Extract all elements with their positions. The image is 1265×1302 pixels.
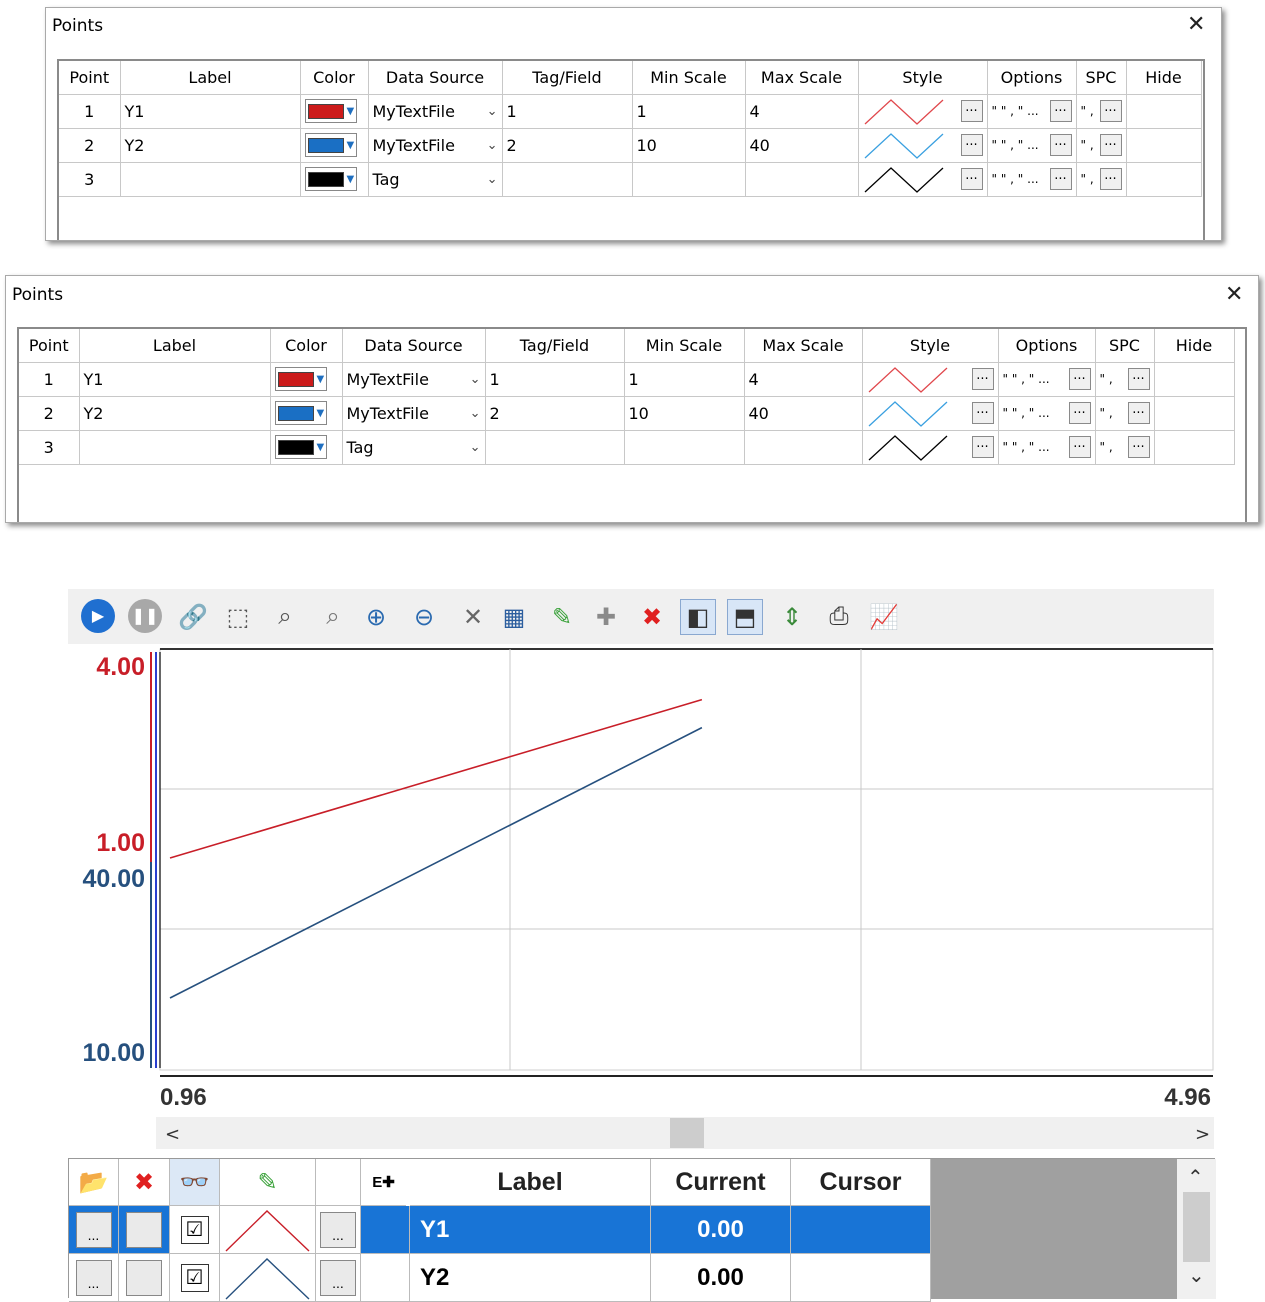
scrollbar-thumb[interactable] [670,1118,704,1148]
legend-row-cell [361,1206,410,1254]
scroll-up-icon[interactable]: ⌃ [1187,1165,1204,1190]
legend-cursor-cell [791,1254,931,1302]
legend-label-cell[interactable]: Y2 [410,1254,651,1302]
legend-header-cell [316,1159,361,1206]
legend-row-cell[interactable]: ... [69,1206,119,1254]
pen-icon[interactable]: ✎ [257,1168,277,1197]
pen-delete-button[interactable] [126,1211,162,1248]
legend-row-cell [361,1254,410,1302]
x-tick-label: 0.96 [160,1084,207,1111]
column-header-label: Label [497,1167,563,1196]
legend-column-header[interactable]: Cursor [791,1159,931,1206]
legend-header-cell[interactable]: E✚ [361,1159,406,1206]
legend-column-header[interactable]: Label [410,1159,651,1206]
legend-row-cell[interactable]: ... [316,1254,361,1302]
scroll-down-icon[interactable]: ⌄ [1188,1263,1205,1288]
legend-empty-area [931,1159,1177,1299]
legend-row-cell[interactable] [119,1254,170,1302]
x-tick-label: 4.96 [1164,1084,1211,1111]
legend-header-cell[interactable]: 📂 [69,1159,119,1206]
legend-column-header[interactable]: Current [651,1159,791,1206]
legend-row-cell [220,1254,316,1302]
legend-row-cell[interactable]: ... [69,1254,119,1302]
delete-x-icon[interactable]: ✖ [134,1168,154,1197]
legend-row-cell[interactable]: ☑ [170,1254,220,1302]
scroll-left-icon[interactable]: < [165,1124,180,1145]
pen-visible-checkbox[interactable]: ☑ [180,1263,209,1292]
legend-vertical-scrollbar[interactable]: ⌃ ⌄ [1177,1159,1216,1299]
pen-style-preview [225,1257,309,1300]
y-tick-label: 40.00 [82,865,145,893]
column-header-label: Cursor [819,1167,902,1196]
column-header-label: Current [675,1167,766,1196]
legend-current-cell: 0.00 [651,1254,791,1302]
pen-label: Y1 [420,1215,450,1243]
scrollbar-thumb[interactable] [1183,1192,1210,1262]
legend-label-cell[interactable]: Y1 [410,1206,651,1254]
pen-properties-button[interactable]: ... [75,1259,112,1296]
scroll-right-icon[interactable]: > [1195,1124,1210,1145]
legend-row-cell[interactable]: ☑ [170,1206,220,1254]
add-column-icon[interactable]: E✚ [372,1173,395,1191]
trend-chart: 4.00 1.00 40.00 10.00 0.96 4.96 < > [82,648,1214,1149]
y-tick-label: 1.00 [96,829,145,857]
pen-properties-button[interactable]: ... [75,1211,112,1248]
pen-label: Y2 [420,1263,450,1291]
legend-row-cell[interactable]: ... [316,1206,361,1254]
legend-header-cell[interactable]: 👓 [170,1159,220,1206]
pen-current-value: 0.00 [697,1263,744,1291]
pen-style-preview [225,1209,309,1252]
legend-header-cell[interactable]: ✖ [119,1159,170,1206]
pen-style-button[interactable]: ... [320,1211,356,1248]
y-tick-label: 4.00 [96,653,145,681]
y-tick-label: 10.00 [82,1039,145,1067]
pen-current-value: 0.00 [697,1215,744,1243]
legend-cursor-cell [791,1206,931,1254]
pen-visible-checkbox[interactable]: ☑ [180,1215,209,1244]
open-folder-icon[interactable]: 📂 [79,1168,109,1197]
legend-row-cell[interactable] [119,1206,170,1254]
legend-row-cell [220,1206,316,1254]
legend-header-cell[interactable]: ✎ [220,1159,316,1206]
pen-style-button[interactable]: ... [320,1259,356,1296]
glasses-icon[interactable]: 👓 [180,1168,210,1197]
plot-area [159,648,1214,1071]
pen-delete-button[interactable] [126,1259,162,1296]
legend-current-cell: 0.00 [651,1206,791,1254]
pen-legend-grid: 📂 ✖ 👓 ✎ E✚ Label Current Cursor ⌃ ⌄... ☑... Y1 0.00.… [68,1158,1216,1302]
